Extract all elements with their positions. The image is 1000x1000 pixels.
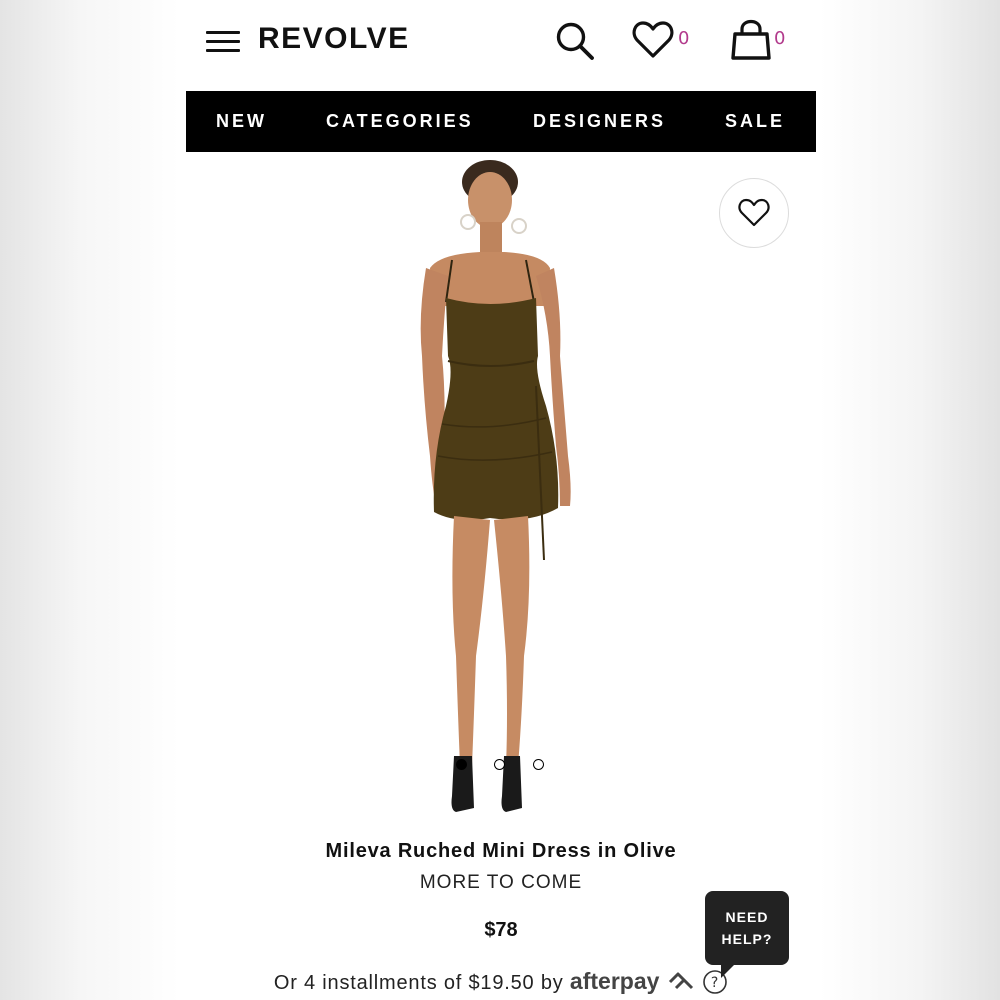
need-help-line1: NEED [725,909,769,925]
afterpay-logo: afterpay [569,968,660,994]
phone-screen: REVOLVE 0 0 NEW CATEGORIES DESIGNERS SAL… [186,0,816,1000]
chat-bubble-tail [721,964,735,978]
menu-icon[interactable] [206,31,240,53]
afterpay-arrows-icon [668,972,693,990]
svg-text:?: ? [711,975,719,991]
carousel-dot-1[interactable] [456,759,467,770]
search-icon[interactable] [554,20,596,67]
shopping-bag-icon[interactable] [730,18,772,67]
category-nav: NEW CATEGORIES DESIGNERS SALE [186,91,816,152]
wishlist-count: 0 [678,28,690,49]
nav-new[interactable]: NEW [216,111,267,132]
top-header: REVOLVE 0 0 [186,0,816,91]
nav-categories[interactable]: CATEGORIES [326,111,474,132]
heart-outline-icon [738,198,770,227]
need-help-chat-button[interactable]: NEED HELP? [705,891,789,965]
product-name: Mileva Ruched Mini Dress in Olive [325,840,677,862]
installments-text: Or 4 installments of $19.50 by [273,972,564,994]
carousel-dot-2[interactable] [494,759,505,770]
wishlist-heart-icon[interactable] [632,20,674,65]
product-image[interactable] [410,156,600,828]
need-help-line2: HELP? [721,931,773,947]
brand-logo[interactable]: REVOLVE [258,22,410,56]
nav-sale[interactable]: SALE [725,111,785,132]
carousel-dot-3[interactable] [533,759,544,770]
add-to-wishlist-button[interactable] [719,178,789,248]
bag-count: 0 [774,28,786,49]
nav-designers[interactable]: DESIGNERS [533,111,666,132]
